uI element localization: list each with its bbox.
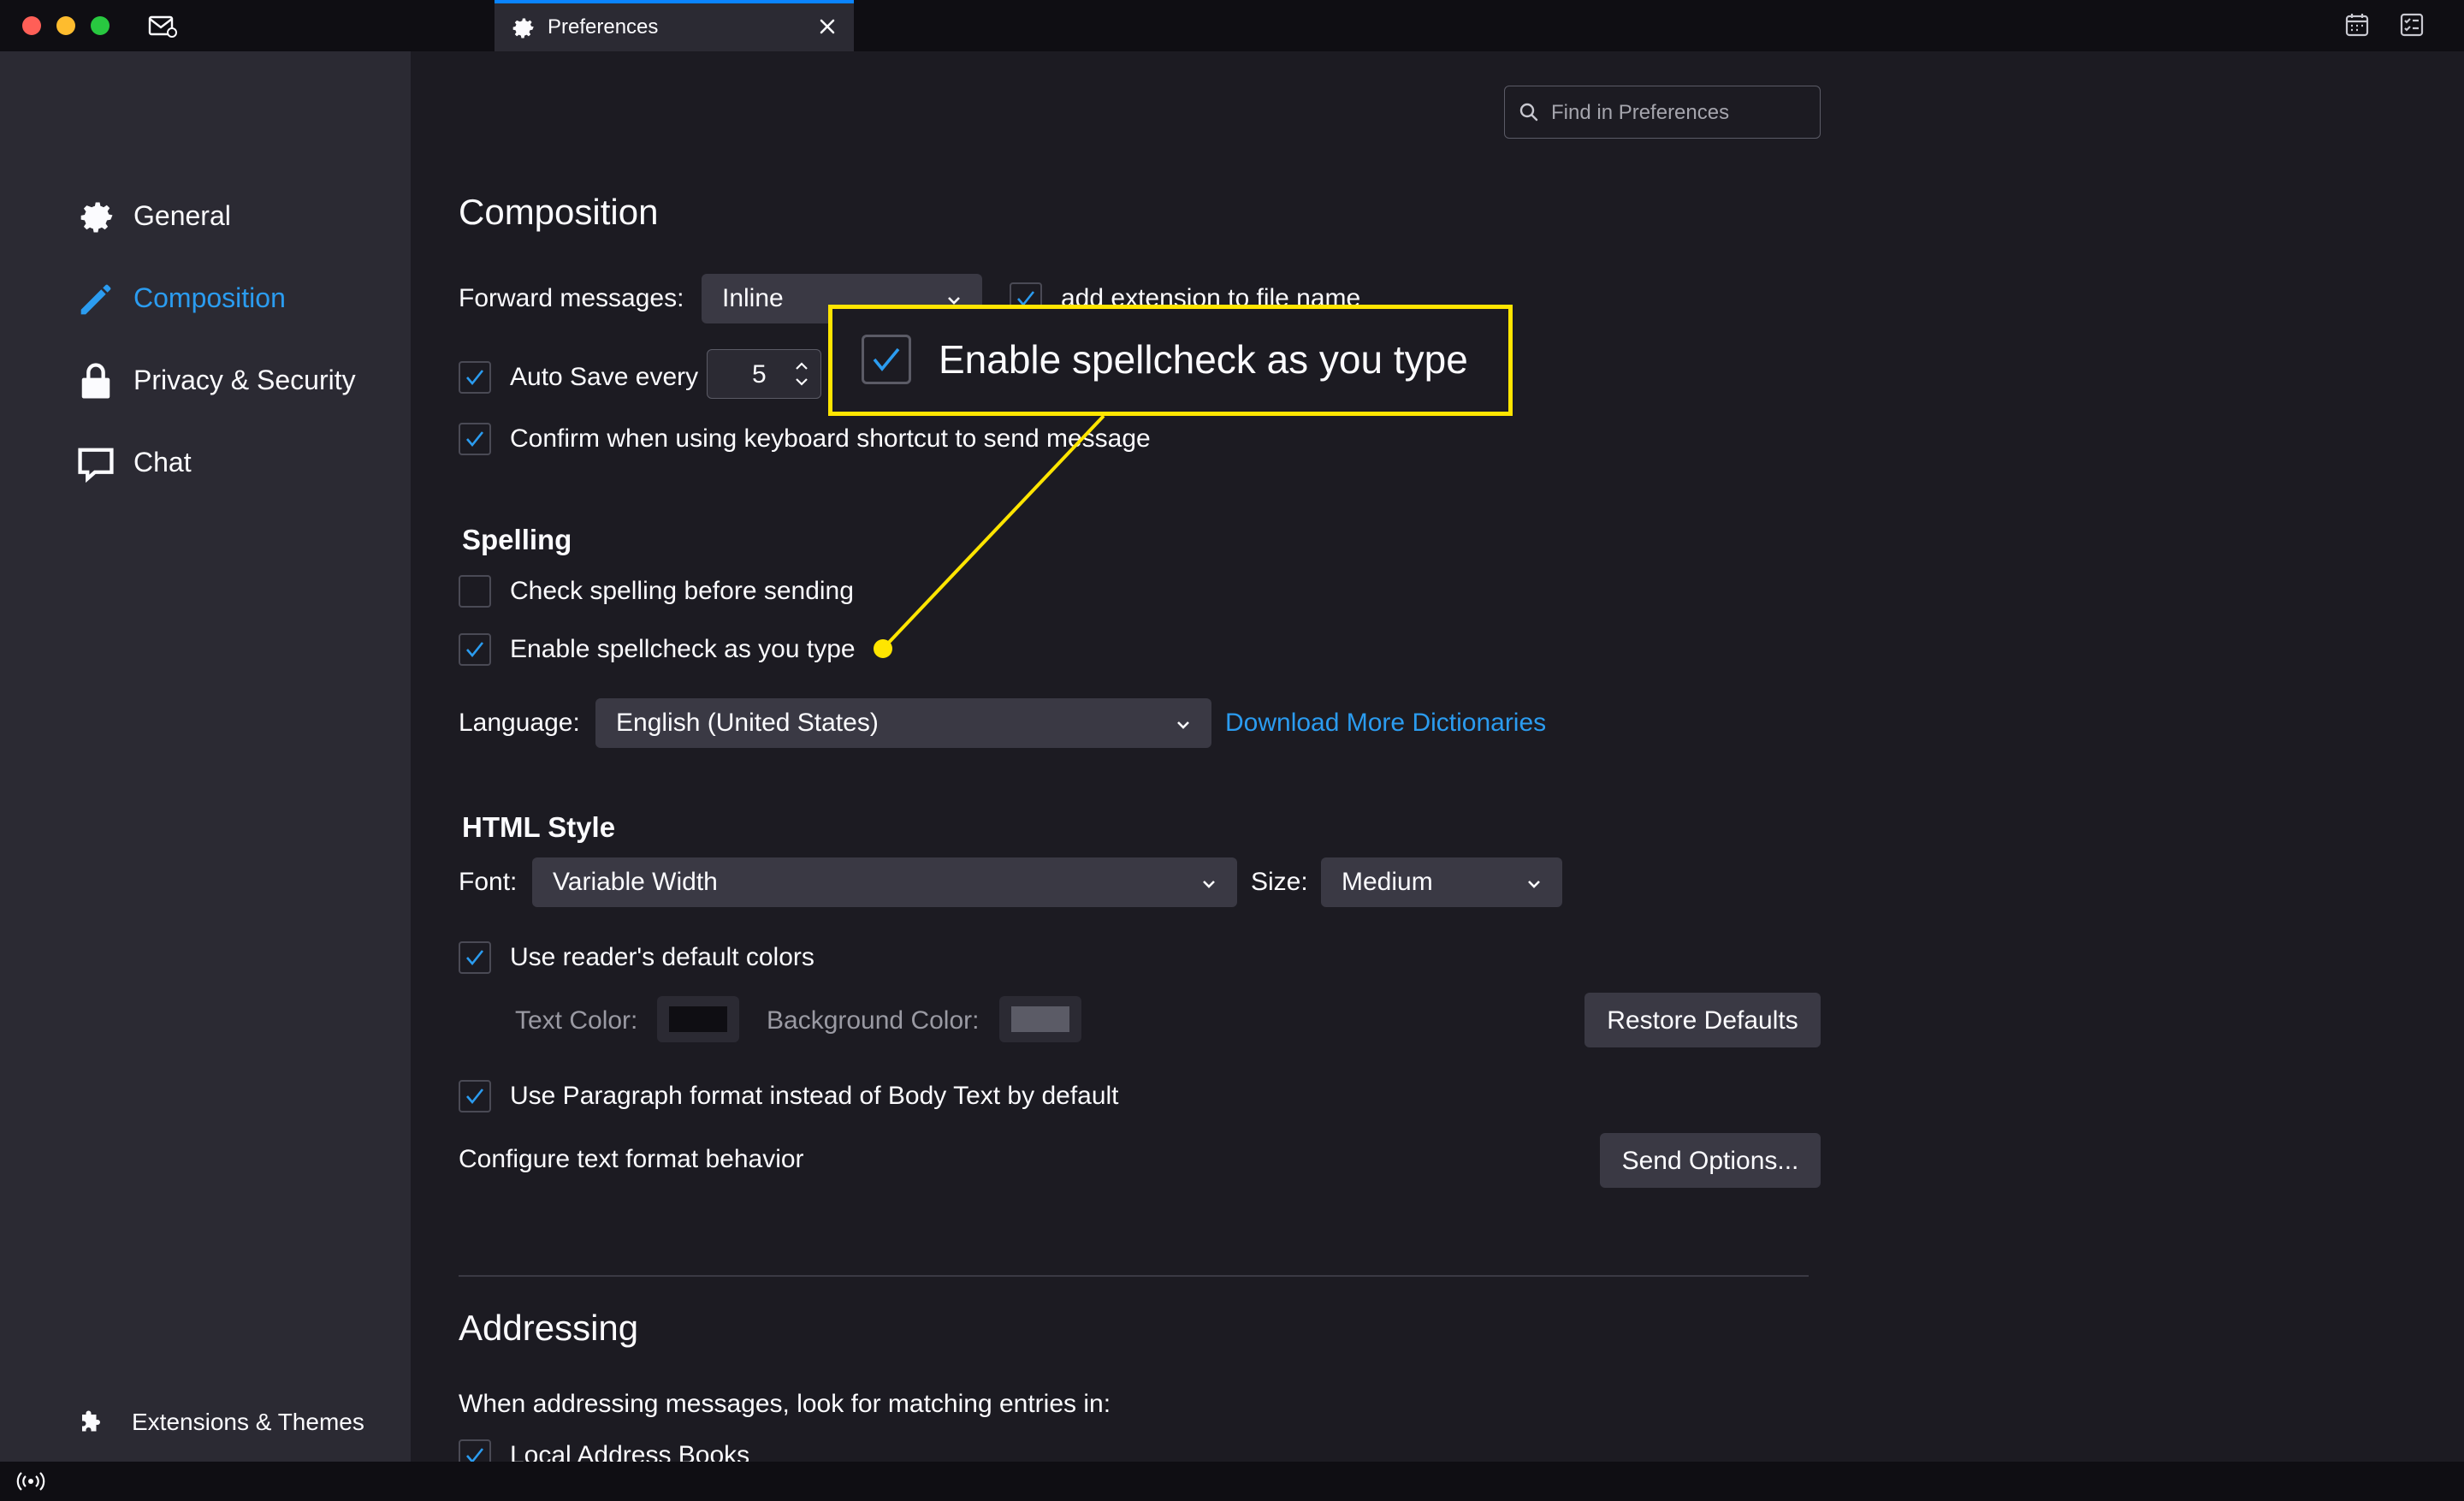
online-status-icon[interactable] xyxy=(15,1468,46,1494)
confirm-shortcut-checkbox[interactable] xyxy=(459,423,491,455)
local-address-books-label: Local Address Books xyxy=(510,1441,750,1462)
gear-icon xyxy=(512,18,534,39)
text-color-label: Text Color: xyxy=(515,1006,638,1035)
forward-messages-label: Forward messages: xyxy=(459,284,684,312)
restore-defaults-label: Restore Defaults xyxy=(1607,1006,1798,1035)
tasks-icon[interactable] xyxy=(2397,10,2426,39)
checkmark-icon xyxy=(466,642,484,658)
sidebar-item-privacy-security[interactable]: Privacy & Security xyxy=(74,353,399,404)
configure-format-label: Configure text format behavior xyxy=(459,1145,804,1173)
checkmark-icon xyxy=(466,1448,484,1462)
chevron-down-icon xyxy=(1177,721,1189,729)
spelling-heading: Spelling xyxy=(462,524,572,555)
check-spelling-checkbox[interactable] xyxy=(459,575,491,608)
preferences-content: Composition Forward messages: Inline add… xyxy=(411,51,2464,1462)
sidebar-item-label: Privacy & Security xyxy=(133,365,356,395)
close-window-button[interactable] xyxy=(22,16,41,35)
forward-messages-value: Inline xyxy=(722,284,784,312)
html-style-heading: HTML Style xyxy=(462,811,616,843)
extensions-label: Extensions & Themes xyxy=(132,1409,364,1435)
status-bar xyxy=(0,1462,2464,1501)
auto-save-label: Auto Save every xyxy=(510,363,699,391)
text-color-swatch xyxy=(669,1006,727,1032)
background-color-label: Background Color: xyxy=(767,1006,980,1035)
checkmark-icon xyxy=(466,1089,484,1105)
sidebar-item-label: Composition xyxy=(133,282,286,313)
paragraph-format-label: Use Paragraph format instead of Body Tex… xyxy=(510,1082,1119,1110)
send-options-button[interactable]: Send Options... xyxy=(1600,1133,1821,1188)
checkmark-icon xyxy=(466,950,484,966)
callout-text: Enable spellcheck as you type xyxy=(939,337,1468,382)
auto-save-checkbox[interactable] xyxy=(459,361,491,394)
stepper-arrows-icon[interactable] xyxy=(790,355,814,393)
search-box[interactable] xyxy=(1504,86,1821,139)
checkmark-icon xyxy=(466,370,484,386)
calendar-icon[interactable] xyxy=(2343,10,2372,39)
sidebar-item-general[interactable]: General xyxy=(74,188,399,240)
addressing-heading: Addressing xyxy=(459,1308,639,1348)
spellcheck-callout: Enable spellcheck as you type xyxy=(828,305,1513,416)
callout-checkbox xyxy=(862,335,911,384)
language-select[interactable]: English (United States) xyxy=(595,698,1211,748)
checkmark-icon xyxy=(873,347,900,371)
reader-colors-label: Use reader's default colors xyxy=(510,943,814,971)
background-color-swatch xyxy=(1011,1006,1069,1032)
tab-preferences[interactable]: Preferences xyxy=(495,0,854,51)
addressing-description: When addressing messages, look for match… xyxy=(459,1390,1111,1418)
sidebar: General Composition Privacy & Security C… xyxy=(0,51,411,1462)
search-input[interactable] xyxy=(1549,95,1810,131)
minimize-window-button[interactable] xyxy=(56,16,75,35)
check-spelling-label: Check spelling before sending xyxy=(510,577,854,605)
sidebar-item-composition[interactable]: Composition xyxy=(74,270,399,322)
mail-icon[interactable] xyxy=(147,12,178,39)
chat-icon xyxy=(78,448,114,484)
close-icon[interactable] xyxy=(814,14,840,39)
zoom-window-button[interactable] xyxy=(91,16,110,35)
composition-heading: Composition xyxy=(459,192,659,232)
confirm-shortcut-label: Confirm when using keyboard shortcut to … xyxy=(510,424,1151,453)
sidebar-item-extensions-themes[interactable]: Extensions & Themes xyxy=(77,1400,385,1443)
lock-icon xyxy=(81,363,110,399)
send-options-label: Send Options... xyxy=(1621,1147,1799,1175)
background-color-picker[interactable] xyxy=(999,996,1081,1042)
title-bar: Preferences xyxy=(0,0,2464,51)
language-label: Language: xyxy=(459,709,580,737)
size-value: Medium xyxy=(1342,868,1433,896)
chevron-down-icon xyxy=(1203,881,1215,888)
sidebar-item-chat[interactable]: Chat xyxy=(74,435,399,486)
sidebar-item-label: Chat xyxy=(133,447,192,478)
gear-icon xyxy=(80,202,113,233)
font-label: Font: xyxy=(459,868,518,896)
puzzle-icon xyxy=(82,1410,100,1432)
font-select[interactable]: Variable Width xyxy=(532,857,1237,907)
chevron-down-icon xyxy=(1528,881,1540,888)
tab-title: Preferences xyxy=(548,15,659,39)
text-color-picker[interactable] xyxy=(657,996,739,1042)
auto-save-value: 5 xyxy=(752,360,767,389)
language-value: English (United States) xyxy=(616,709,879,737)
reader-colors-checkbox[interactable] xyxy=(459,941,491,974)
search-icon xyxy=(1519,103,1538,122)
section-divider xyxy=(459,1275,1809,1277)
checkmark-icon xyxy=(466,431,484,448)
spellcheck-as-you-type-checkbox[interactable] xyxy=(459,633,491,666)
size-label: Size: xyxy=(1251,868,1308,896)
paragraph-format-checkbox[interactable] xyxy=(459,1080,491,1112)
pencil-icon xyxy=(80,284,111,315)
download-dictionaries-link[interactable]: Download More Dictionaries xyxy=(1225,709,1546,738)
font-value: Variable Width xyxy=(553,868,718,896)
auto-save-stepper[interactable]: 5 xyxy=(707,349,821,399)
sidebar-item-label: General xyxy=(133,200,231,231)
restore-defaults-button[interactable]: Restore Defaults xyxy=(1584,993,1821,1047)
local-address-books-checkbox[interactable] xyxy=(459,1439,491,1462)
spellcheck-as-you-type-label: Enable spellcheck as you type xyxy=(510,635,856,663)
size-select[interactable]: Medium xyxy=(1321,857,1562,907)
